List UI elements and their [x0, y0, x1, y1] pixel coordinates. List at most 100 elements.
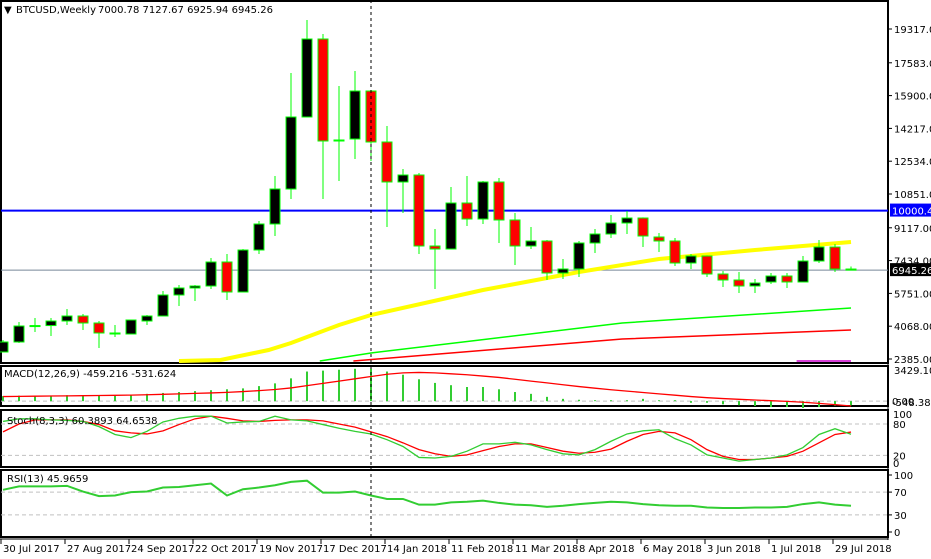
candle-body — [845, 268, 857, 271]
symbol-timeframe-label: BTCUSD,Weekly — [16, 5, 96, 16]
candle-body — [589, 233, 601, 244]
candle-body — [189, 285, 201, 289]
candle-body — [557, 268, 569, 274]
time-axis-label: 30 Jul 2017 — [3, 544, 60, 555]
stoch-axis-label: 0 — [893, 459, 899, 470]
rsi-axis-label: 100 — [894, 471, 913, 482]
candle-body — [125, 319, 137, 335]
candle[interactable] — [253, 221, 265, 255]
candle-body — [109, 332, 121, 335]
candle-body — [381, 141, 393, 183]
time-axis-label: 29 Jul 2018 — [835, 544, 892, 555]
candle-body — [349, 90, 361, 140]
price-tick-label: 2385.00 — [894, 355, 931, 366]
candle-body — [797, 260, 809, 283]
rsi-axis-label: 70 — [894, 488, 907, 499]
candle[interactable] — [413, 173, 425, 255]
candle-body — [461, 202, 473, 220]
macd-axis-label: -548.383 — [892, 398, 931, 409]
candle-body — [157, 294, 169, 317]
candle-body — [29, 325, 41, 328]
candle[interactable] — [669, 238, 681, 266]
candle-body — [573, 242, 585, 270]
candle[interactable] — [477, 180, 489, 224]
candle-body — [301, 38, 313, 118]
candle-body — [93, 322, 105, 334]
candle[interactable] — [0, 339, 9, 353]
candle-body — [637, 217, 649, 237]
price-tick-label: 9117.00 — [894, 224, 931, 235]
candle[interactable] — [829, 244, 841, 272]
price-tick-label: 19317.00 — [894, 25, 931, 36]
candle-body — [237, 249, 249, 293]
candle[interactable] — [157, 290, 169, 317]
ohlc-readout: 7000.78 7127.67 6925.94 6945.26 — [98, 5, 273, 16]
current-price-label: 6945.26 — [892, 266, 931, 277]
candle-body — [685, 255, 697, 264]
time-axis-label: 11 Mar 2018 — [515, 544, 578, 555]
candle[interactable] — [237, 248, 249, 293]
candle-body — [77, 315, 89, 324]
price-tick-label: 15900.00 — [894, 92, 931, 103]
candle-body — [333, 139, 345, 142]
candle-body — [781, 275, 793, 283]
candle-body — [477, 181, 489, 220]
candle-body — [445, 202, 457, 250]
candle-body — [669, 240, 681, 264]
candle-body — [717, 273, 729, 281]
price-tick-label: 4068.00 — [894, 322, 931, 333]
time-axis-label: 24 Sep 2017 — [131, 544, 194, 555]
candle-body — [509, 219, 521, 247]
trading-chart[interactable]: 19317.00 17583.00 15900.00 14217.00 12534.00… — [0, 0, 931, 559]
price-pane[interactable] — [0, 0, 889, 364]
candle-body — [317, 38, 329, 142]
stoch-axis-label: 80 — [893, 420, 906, 431]
candle-body — [813, 246, 825, 262]
price-tick-label: 17583.00 — [894, 59, 931, 70]
candle-body — [397, 174, 409, 183]
candle-body — [253, 223, 265, 251]
candle-body — [829, 246, 841, 270]
candle-body — [221, 261, 233, 293]
time-axis-label: 8 Apr 2018 — [579, 544, 634, 555]
candle-body — [429, 245, 441, 250]
rsi-axis-label: 0 — [894, 528, 900, 539]
time-axis-label: 14 Jan 2018 — [387, 544, 447, 555]
level-price-label: 10000.41 — [892, 207, 931, 218]
candle-body — [621, 217, 633, 224]
candle[interactable] — [205, 258, 217, 290]
candle-body — [605, 222, 617, 235]
candle-body — [61, 315, 73, 322]
time-axis-label: 17 Dec 2017 — [323, 544, 387, 555]
candle[interactable] — [701, 255, 713, 278]
candle[interactable] — [125, 319, 137, 335]
candle-body — [173, 287, 185, 296]
candle-body — [541, 240, 553, 274]
candle-body — [701, 255, 713, 275]
stoch-label: Stoch(8,3,3) 60.3893 64.6538 — [7, 416, 158, 427]
candle-body — [493, 181, 505, 221]
candle-body — [269, 188, 281, 225]
candle-body — [749, 282, 761, 287]
time-axis-label: 22 Oct 2017 — [195, 544, 257, 555]
macd-label: MACD(12,26,9) -459.216 -531.624 — [4, 369, 176, 380]
dropdown-arrow-icon: ▼ — [4, 5, 12, 16]
macd-axis-label: 3429.107 — [894, 366, 931, 377]
candle-body — [765, 275, 777, 283]
candle-body — [525, 240, 537, 247]
candle-body — [653, 236, 665, 242]
time-axis-label: 1 Jul 2018 — [771, 544, 821, 555]
price-tick-label: 14217.00 — [894, 124, 931, 135]
rsi-axis-label: 30 — [894, 511, 907, 522]
rsi-label: RSI(13) 45.9659 — [7, 474, 88, 485]
time-axis-label: 19 Nov 2017 — [259, 544, 323, 555]
time-axis-label: 11 Feb 2018 — [451, 544, 513, 555]
time-axis-label: 27 Aug 2017 — [67, 544, 131, 555]
candle-body — [205, 261, 217, 287]
candle-body — [733, 279, 745, 287]
time-axis-label: 6 May 2018 — [643, 544, 702, 555]
candle-body — [413, 174, 425, 247]
candle-body — [0, 341, 9, 353]
price-tick-label: 5751.00 — [894, 289, 931, 300]
candle-body — [45, 320, 57, 327]
